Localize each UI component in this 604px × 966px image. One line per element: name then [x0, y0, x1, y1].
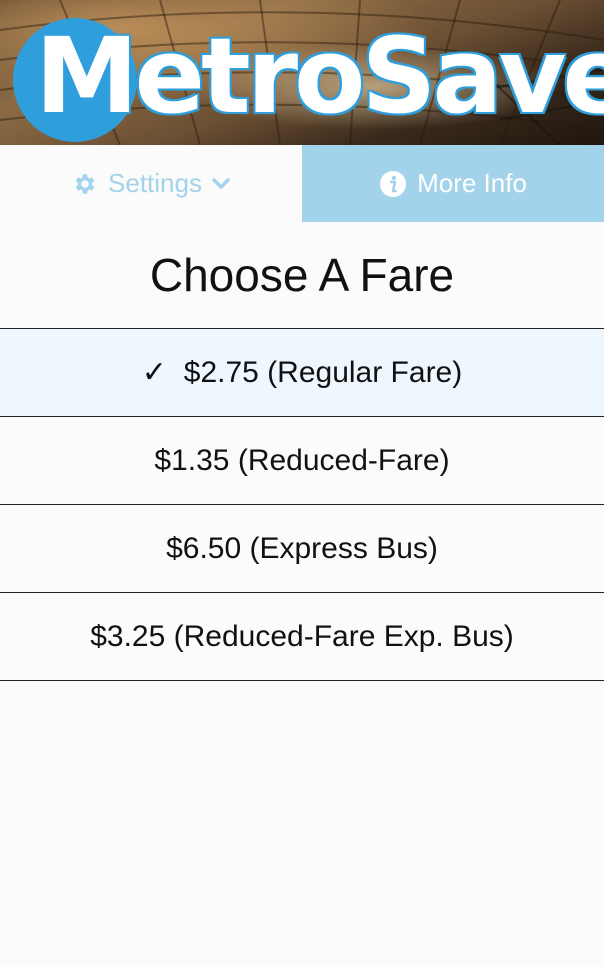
- info-icon: [379, 170, 407, 198]
- app-header: MetroSaver: [0, 0, 604, 145]
- more-info-label: More Info: [417, 168, 527, 198]
- fare-list: ✓ $2.75 (Regular Fare) $1.35 (Reduced-Fa…: [0, 329, 604, 681]
- main-content: Choose A Fare ✓ $2.75 (Regular Fare) $1.…: [0, 222, 604, 681]
- fare-option-regular[interactable]: ✓ $2.75 (Regular Fare): [0, 329, 604, 417]
- gear-icon: [72, 171, 98, 197]
- chevron-down-icon: [212, 177, 230, 191]
- fare-option-express-bus[interactable]: $6.50 (Express Bus): [0, 505, 604, 593]
- top-tabs: Settings More Info: [0, 145, 604, 222]
- fare-label: $1.35 (Reduced-Fare): [154, 443, 450, 477]
- checkmark-icon: ✓: [141, 356, 167, 389]
- page-title: Choose A Fare: [0, 222, 604, 329]
- fare-label: $6.50 (Express Bus): [166, 531, 438, 565]
- tab-more-info[interactable]: More Info: [302, 145, 604, 222]
- fare-option-reduced-express-bus[interactable]: $3.25 (Reduced-Fare Exp. Bus): [0, 593, 604, 681]
- fare-option-reduced[interactable]: $1.35 (Reduced-Fare): [0, 417, 604, 505]
- tab-settings[interactable]: Settings: [0, 145, 302, 222]
- fare-label: $2.75 (Regular Fare): [183, 355, 463, 389]
- fare-label: $3.25 (Reduced-Fare Exp. Bus): [90, 619, 514, 653]
- settings-label: Settings: [108, 168, 202, 198]
- app-logo: MetroSaver: [35, 15, 604, 137]
